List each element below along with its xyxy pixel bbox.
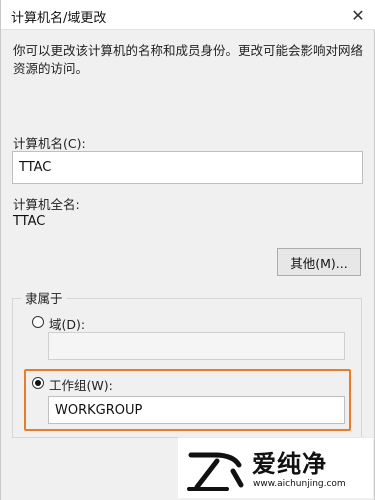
- workgroup-radio[interactable]: [32, 377, 44, 389]
- domain-radio[interactable]: [32, 316, 44, 328]
- full-computer-name-label: 计算机全名:: [13, 197, 80, 212]
- member-of-label: 隶属于: [21, 288, 67, 307]
- domain-input[interactable]: [48, 332, 345, 360]
- close-button[interactable]: ✕: [346, 3, 370, 27]
- close-icon: ✕: [351, 5, 365, 25]
- watermark-url: www.aichunjing.com: [253, 479, 346, 489]
- more-button[interactable]: 其他(M)...: [277, 248, 361, 276]
- workgroup-radio-label: 工作组(W):: [49, 378, 113, 393]
- computer-name-label: 计算机名(C):: [13, 136, 86, 151]
- computer-name-input[interactable]: TTAC: [12, 151, 363, 184]
- site-watermark: 爱纯净 www.aichunjing.com: [178, 437, 373, 498]
- workgroup-input[interactable]: WORKGROUP: [48, 396, 345, 424]
- watermark-text: 爱纯净: [252, 450, 327, 478]
- window-title: 计算机名/域更改: [11, 11, 107, 26]
- workgroup-value: WORKGROUP: [55, 402, 143, 418]
- more-button-label: 其他(M)...: [290, 255, 348, 271]
- computer-name-value: TTAC: [19, 160, 52, 175]
- domain-radio-label: 域(D):: [49, 317, 86, 332]
- titlebar: 计算机名/域更改 ✕: [1, 0, 375, 30]
- computer-name-domain-change-window: 计算机名/域更改 ✕ 你可以更改该计算机的名称和成员身份。更改可能会影响对网络资…: [0, 0, 375, 500]
- description-text: 你可以更改该计算机的名称和成员身份。更改可能会影响对网络资源的访问。: [13, 43, 364, 76]
- aichunjing-logo-icon: [187, 452, 244, 491]
- full-computer-name-value: TTAC: [13, 214, 46, 229]
